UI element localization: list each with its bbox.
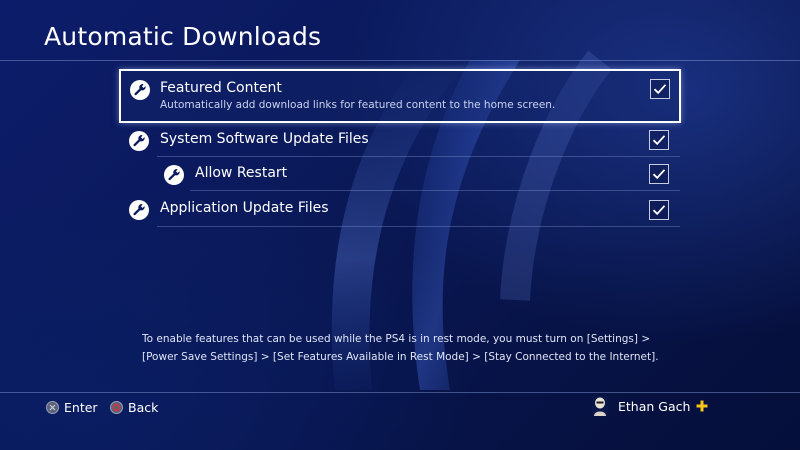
setting-row-system-software-update-files[interactable]: System Software Update Files: [120, 125, 680, 157]
footer-divider: [0, 392, 800, 393]
setting-row-allow-restart[interactable]: Allow Restart: [156, 159, 680, 191]
application-update-files-checkbox[interactable]: [649, 200, 669, 220]
wrench-icon: [129, 200, 149, 220]
avatar: [592, 396, 608, 416]
row-divider: [157, 156, 680, 157]
back-label: Back: [128, 399, 159, 415]
row-divider: [190, 190, 680, 191]
page-title: Automatic Downloads: [44, 22, 322, 51]
user-name: Ethan Gach: [618, 398, 691, 414]
rest-mode-note: To enable features that can be used whil…: [142, 333, 659, 363]
enter-button[interactable]: Enter: [46, 398, 98, 416]
setting-description: Automatically add download links for fea…: [160, 99, 556, 111]
setting-label: Featured Content: [160, 80, 282, 96]
allow-restart-checkbox[interactable]: [649, 164, 669, 184]
wrench-icon: [129, 131, 149, 151]
enter-label: Enter: [64, 399, 98, 415]
title-divider: [0, 60, 800, 61]
setting-label: Application Update Files: [160, 200, 329, 216]
user-profile: Ethan Gach: [592, 396, 708, 416]
wrench-icon: [130, 80, 150, 100]
cross-button-icon: [46, 400, 59, 414]
row-divider: [157, 226, 680, 227]
circle-button-icon: [110, 400, 123, 414]
setting-label: Allow Restart: [195, 165, 288, 181]
setting-row-featured-content[interactable]: Featured Content Automatically add downl…: [119, 69, 681, 123]
system-software-update-files-checkbox[interactable]: [649, 130, 669, 150]
back-button[interactable]: Back: [110, 398, 158, 416]
setting-row-application-update-files[interactable]: Application Update Files: [120, 194, 680, 227]
wrench-icon: [164, 165, 184, 185]
setting-label: System Software Update Files: [160, 131, 369, 147]
playstation-plus-icon: [696, 400, 708, 412]
featured-content-checkbox[interactable]: [650, 79, 670, 99]
